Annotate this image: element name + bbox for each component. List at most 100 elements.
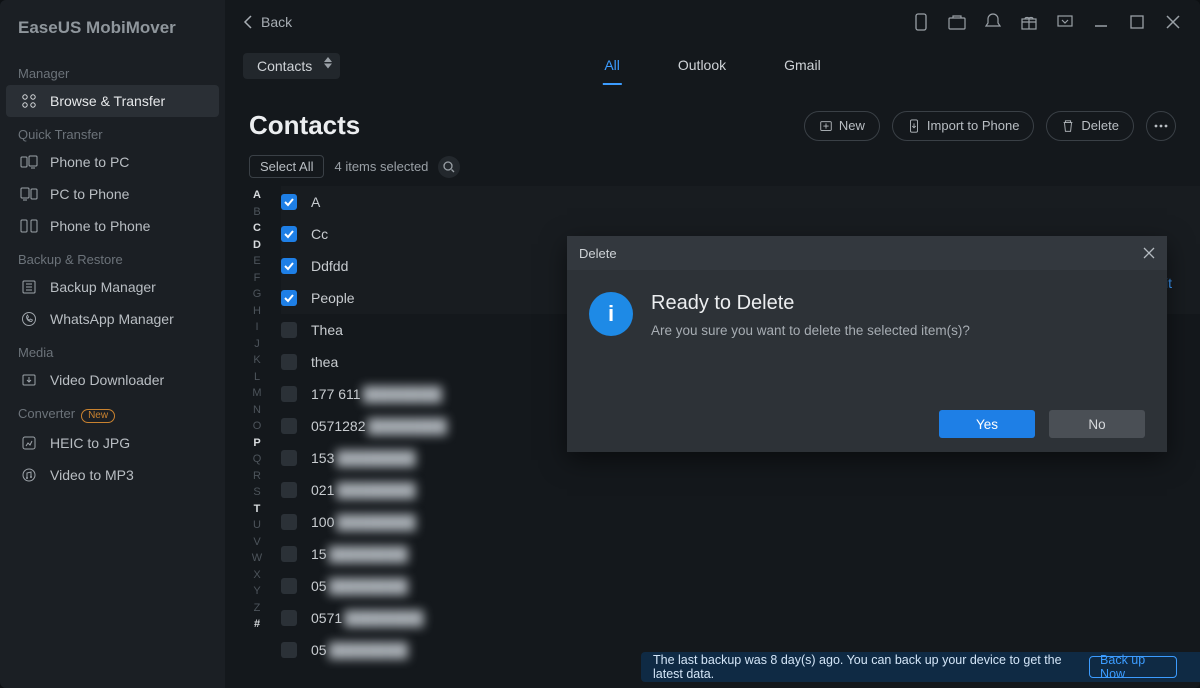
top-bar: Back: [225, 0, 1200, 44]
redacted-text: ████████: [363, 386, 442, 402]
contact-row[interactable]: 0571████████: [281, 602, 1200, 634]
contact-row[interactable]: 021████████: [281, 474, 1200, 506]
alpha-K[interactable]: K: [247, 353, 267, 367]
checkbox[interactable]: [281, 194, 297, 210]
alpha-#[interactable]: #: [247, 617, 267, 631]
tabs-bar: Contacts All Outlook Gmail: [225, 44, 1200, 88]
tab-all[interactable]: All: [602, 47, 622, 85]
sidebar-section-title: ConverterNew: [0, 396, 225, 427]
bell-icon[interactable]: [984, 13, 1002, 31]
alpha-Z[interactable]: Z: [247, 601, 267, 615]
alpha-I[interactable]: I: [247, 320, 267, 334]
import-button[interactable]: Import to Phone: [892, 111, 1035, 141]
sidebar-item-backup-manager[interactable]: Backup Manager: [6, 271, 219, 303]
redacted-text: ████████: [368, 418, 447, 434]
checkbox[interactable]: [281, 386, 297, 402]
checkbox[interactable]: [281, 450, 297, 466]
alpha-L[interactable]: L: [247, 370, 267, 384]
sidebar-item-whatsapp-manager[interactable]: WhatsApp Manager: [6, 303, 219, 335]
dialog-heading: Ready to Delete: [651, 292, 970, 315]
contact-row[interactable]: 05████████: [281, 570, 1200, 602]
sidebar-item-pc-to-phone[interactable]: PC to Phone: [6, 178, 219, 210]
contact-name: 100: [311, 514, 334, 530]
alpha-C[interactable]: C: [247, 221, 267, 235]
tab-outlook[interactable]: Outlook: [676, 47, 728, 85]
alpha-T[interactable]: T: [247, 502, 267, 516]
checkbox[interactable]: [281, 418, 297, 434]
sidebar-item-phone-to-pc[interactable]: Phone to PC: [6, 146, 219, 178]
alpha-F[interactable]: F: [247, 271, 267, 285]
sidebar-item-label: Video Downloader: [50, 372, 164, 388]
close-icon[interactable]: [1164, 13, 1182, 31]
gift-icon[interactable]: [1020, 13, 1038, 31]
more-icon: [1154, 124, 1168, 128]
checkbox[interactable]: [281, 514, 297, 530]
app-window: EaseUS MobiMover ManagerBrowse & Transfe…: [0, 0, 1200, 688]
checkbox[interactable]: [281, 322, 297, 338]
checkbox[interactable]: [281, 642, 297, 658]
sidebar-item-video-downloader[interactable]: Video Downloader: [6, 364, 219, 396]
tab-gmail[interactable]: Gmail: [782, 47, 823, 85]
dialog-titlebar[interactable]: Delete: [567, 236, 1167, 270]
alpha-R[interactable]: R: [247, 469, 267, 483]
sidebar-item-browse-transfer[interactable]: Browse & Transfer: [6, 85, 219, 117]
alpha-X[interactable]: X: [247, 568, 267, 582]
alpha-O[interactable]: O: [247, 419, 267, 433]
checkbox[interactable]: [281, 290, 297, 306]
new-button[interactable]: New: [804, 111, 880, 141]
back-button[interactable]: Back: [243, 14, 292, 30]
checkbox[interactable]: [281, 578, 297, 594]
checkbox[interactable]: [281, 546, 297, 562]
more-button[interactable]: [1146, 111, 1176, 141]
alpha-Q[interactable]: Q: [247, 452, 267, 466]
redacted-text: ████████: [344, 610, 423, 626]
sidebar-item-heic-to-jpg[interactable]: HEIC to JPG: [6, 427, 219, 459]
plus-icon: [819, 119, 833, 133]
alpha-Y[interactable]: Y: [247, 584, 267, 598]
checkbox[interactable]: [281, 354, 297, 370]
minimize-icon[interactable]: [1092, 13, 1110, 31]
alpha-P[interactable]: P: [247, 436, 267, 450]
import-icon: [907, 119, 921, 133]
maximize-icon[interactable]: [1128, 13, 1146, 31]
alpha-S[interactable]: S: [247, 485, 267, 499]
contact-row[interactable]: 100████████: [281, 506, 1200, 538]
sidebar-item-video-to-mp3[interactable]: Video to MP3: [6, 459, 219, 491]
alpha-H[interactable]: H: [247, 304, 267, 318]
alpha-U[interactable]: U: [247, 518, 267, 532]
contact-row[interactable]: A: [281, 186, 1200, 218]
delete-button[interactable]: Delete: [1046, 111, 1134, 141]
contact-name: thea: [311, 354, 338, 370]
search-button[interactable]: [438, 156, 460, 178]
dialog-close-button[interactable]: [1143, 247, 1155, 259]
alpha-V[interactable]: V: [247, 535, 267, 549]
alpha-M[interactable]: M: [247, 386, 267, 400]
dialog-yes-button[interactable]: Yes: [939, 410, 1035, 438]
sidebar-item-label: Phone to PC: [50, 154, 129, 170]
select-all-button[interactable]: Select All: [249, 155, 324, 178]
alpha-D[interactable]: D: [247, 238, 267, 252]
checkbox[interactable]: [281, 610, 297, 626]
alpha-G[interactable]: G: [247, 287, 267, 301]
sidebar-item-phone-to-phone[interactable]: Phone to Phone: [6, 210, 219, 242]
alpha-J[interactable]: J: [247, 337, 267, 351]
dialog-no-button[interactable]: No: [1049, 410, 1145, 438]
contact-row[interactable]: 15████████: [281, 538, 1200, 570]
briefcase-icon[interactable]: [948, 13, 966, 31]
category-select[interactable]: Contacts: [243, 53, 340, 79]
alpha-index[interactable]: ABCDEFGHIJKLMNOPQRSTUVWXYZ #: [247, 186, 267, 688]
device-icon[interactable]: [912, 13, 930, 31]
checkbox[interactable]: [281, 482, 297, 498]
dropdown-icon[interactable]: [1056, 13, 1074, 31]
checkbox[interactable]: [281, 226, 297, 242]
alpha-N[interactable]: N: [247, 403, 267, 417]
redacted-text: ████████: [329, 546, 408, 562]
alpha-B[interactable]: B: [247, 205, 267, 219]
alpha-E[interactable]: E: [247, 254, 267, 268]
redacted-text: ████████: [336, 482, 415, 498]
alpha-A[interactable]: A: [247, 188, 267, 202]
alpha-W[interactable]: W: [247, 551, 267, 565]
sidebar-item-label: Browse & Transfer: [50, 93, 165, 109]
backup-now-button[interactable]: Back up Now: [1089, 656, 1177, 678]
checkbox[interactable]: [281, 258, 297, 274]
